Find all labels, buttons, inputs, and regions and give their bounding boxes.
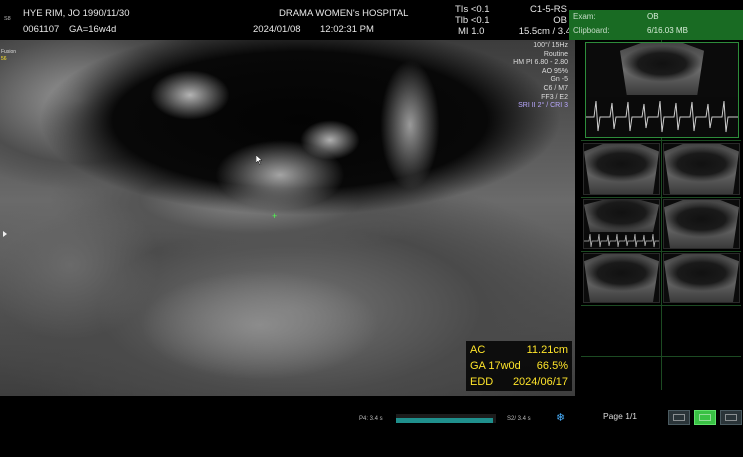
mi-value: MI 1.0 xyxy=(458,26,485,37)
clipboard-value: 6/16.03 MB xyxy=(647,26,688,35)
param-line: HM PI 6.80 - 2.80 xyxy=(513,59,568,67)
thumbnail-image xyxy=(620,43,704,95)
mouse-cursor-icon xyxy=(256,155,263,165)
thumbnail-image xyxy=(664,254,739,302)
ac-label: AC xyxy=(470,344,486,356)
grid-divider xyxy=(581,305,741,306)
clipboard-thumbnail-4[interactable] xyxy=(583,199,660,249)
exam-value: OB xyxy=(647,12,659,21)
side-panel xyxy=(575,0,743,426)
exam-time: 12:02:31 PM xyxy=(320,24,374,35)
grid-divider xyxy=(581,140,741,141)
snowflake-freeze-icon[interactable]: ❄ xyxy=(556,413,567,424)
waveform-icon xyxy=(584,233,659,248)
left-value-top: 56 xyxy=(1,56,7,62)
sri-param: SRI II 2° / CRI 3 xyxy=(518,102,568,110)
thumbnail-image xyxy=(584,254,659,302)
clipboard-thumbnail-2[interactable] xyxy=(583,143,660,195)
param-line: AO 95% xyxy=(541,67,568,75)
cine-progress-fill xyxy=(396,418,493,423)
exam-date: 2024/01/08 xyxy=(253,24,301,35)
view-grid-button[interactable] xyxy=(720,410,742,425)
grid-divider xyxy=(581,251,741,252)
page-indicator: Page 1/1 xyxy=(603,411,638,421)
hospital-name: DRAMA WOMEN's HOSPITAL xyxy=(279,8,409,19)
param-line: 100°/ 15Hz xyxy=(533,42,568,49)
thumbnail-image xyxy=(584,144,659,194)
ga-percent: 66.5% xyxy=(536,360,568,372)
imaging-parameters: 100°/ 15Hz Routine HM PI 6.80 - 2.80 AO … xyxy=(472,42,568,111)
echo-blob-a xyxy=(150,70,230,120)
measurement-results: AC 11.21cm GA 17w0d 66.5% EDD 2024/06/17 xyxy=(466,341,572,391)
thumbnail-image xyxy=(664,144,739,194)
clipboard-thumbnail-3[interactable] xyxy=(663,143,740,195)
left-label-top: Fusion xyxy=(1,49,17,55)
info-bar: Exam: OB Clipboard: 6/16.03 MB xyxy=(569,10,743,40)
grid-divider xyxy=(581,356,741,357)
ga-label: GA 17w0d xyxy=(470,360,521,372)
echo-blob-d xyxy=(300,120,360,160)
clipboard-thumbnail-1[interactable] xyxy=(585,42,739,138)
echo-blob-e xyxy=(140,270,380,380)
thumbnail-image xyxy=(584,200,659,232)
grid-view-icon xyxy=(725,414,737,421)
view-single-button[interactable] xyxy=(668,410,690,425)
caliper-plus-icon[interactable]: + xyxy=(272,212,277,221)
patient-name: HYE RIM, JO 1990/11/30 xyxy=(23,8,130,19)
param-line: FF3 / E2 xyxy=(541,93,568,101)
cine-s2-label: S2/ 3.4 s xyxy=(507,416,531,422)
param-line: Gn -5 xyxy=(550,76,568,84)
exam-label: Exam: xyxy=(573,12,596,21)
clipboard-label: Clipboard: xyxy=(573,26,610,35)
clipboard-thumbnail-5[interactable] xyxy=(663,199,740,249)
edd-value: 2024/06/17 xyxy=(512,376,568,388)
edd-label: EDD xyxy=(470,376,494,388)
thumbnail-image xyxy=(664,200,739,248)
patient-id: 0061107 xyxy=(23,24,60,35)
clipboard-thumbnail-6[interactable] xyxy=(583,253,660,303)
header-bar: S8 HYE RIM, JO 1990/11/30 0061107 GA=16w… xyxy=(0,0,575,40)
depth-value: 15.5cm / 3.4 xyxy=(518,26,571,37)
focus-marker-icon[interactable] xyxy=(3,231,7,237)
dual-view-icon xyxy=(699,414,711,421)
param-line: Routine xyxy=(543,50,568,58)
echo-blob-f xyxy=(0,190,160,340)
ac-value: 11.21cm xyxy=(526,344,568,356)
grid-divider xyxy=(581,197,741,198)
gestational-age: GA=16w4d xyxy=(69,24,117,35)
echo-blob-c xyxy=(380,60,440,190)
cine-p4-label: P4: 3.4 s xyxy=(359,416,383,422)
view-dual-button[interactable] xyxy=(694,410,716,425)
single-view-icon xyxy=(673,414,685,421)
bottom-bar xyxy=(0,396,575,457)
waveform-icon xyxy=(586,97,738,137)
param-line: C6 / M7 xyxy=(543,84,568,92)
header-small-label: S8 xyxy=(4,16,11,22)
clipboard-thumbnail-7[interactable] xyxy=(663,253,740,303)
